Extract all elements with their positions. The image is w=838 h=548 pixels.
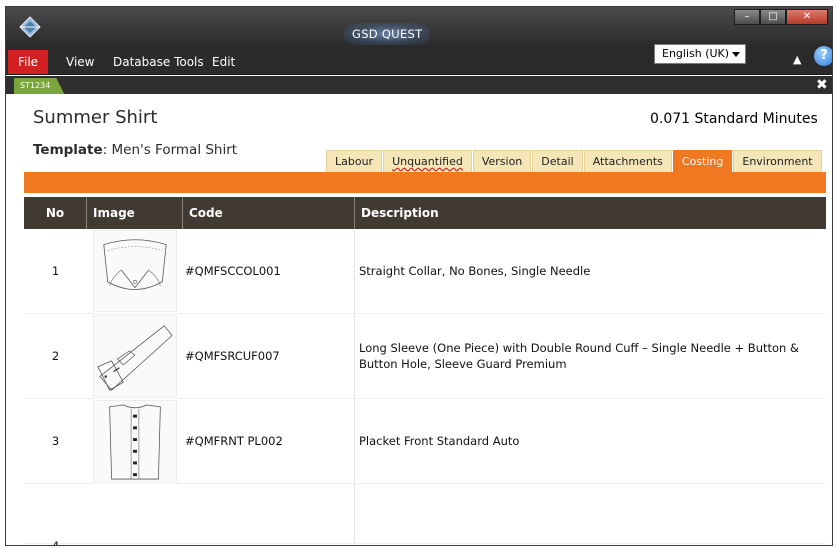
document-tab[interactable]: ST1234 xyxy=(14,78,65,94)
tab-detail[interactable]: Detail xyxy=(532,150,583,172)
row-code xyxy=(183,484,355,543)
tab-bar: Labour Unquantified Version Detail Attac… xyxy=(326,150,823,172)
menu-edit[interactable]: Edit xyxy=(212,50,235,74)
row-number-text: 4 xyxy=(51,539,60,546)
row-description xyxy=(355,484,826,543)
tab-costing[interactable]: Costing xyxy=(672,150,733,172)
column-header-description[interactable]: Description xyxy=(355,197,826,229)
tab-environment[interactable]: Environment xyxy=(733,150,822,172)
collapse-ribbon-icon[interactable]: ▲ xyxy=(793,53,801,66)
row-description: Placket Front Standard Auto xyxy=(359,434,520,448)
dropdown-arrow-icon xyxy=(732,52,740,57)
tab-attachments[interactable]: Attachments xyxy=(583,150,672,172)
menu-view[interactable]: View xyxy=(66,50,94,74)
tab-unquantified[interactable]: Unquantified xyxy=(383,150,472,172)
template-line: Template: Men's Formal Shirt xyxy=(33,142,237,158)
maximize-button[interactable]: □ xyxy=(760,9,786,25)
minimize-button[interactable]: – xyxy=(734,9,760,25)
row-number: 3 xyxy=(51,434,60,448)
row-code: #QMFRNT PL002 xyxy=(183,399,355,483)
window-controls: – □ ✕ xyxy=(734,9,828,25)
row-image xyxy=(87,399,183,483)
collar-sketch-icon xyxy=(93,230,177,312)
column-header-no[interactable]: No xyxy=(24,197,87,229)
row-description: Long Sleeve (One Piece) with Double Roun… xyxy=(359,341,799,371)
row-number: 2 xyxy=(51,349,60,363)
table-row[interactable]: 3 #QMFRNT PL002 Placket Front Standard A… xyxy=(24,399,826,484)
table-row[interactable]: 4 xyxy=(24,484,826,546)
row-code: #QMFSRCUF007 xyxy=(183,314,355,398)
costing-table: No Image Code Description 1 #QMFSCCOL001… xyxy=(24,197,826,546)
document-tab-strip: ST1234 ✖ xyxy=(6,76,832,94)
tab-unquantified-label: Unquantified xyxy=(392,155,463,168)
title-bar: GSD QUEST – □ ✕ xyxy=(6,7,832,47)
row-image xyxy=(87,484,183,543)
table-header: No Image Code Description xyxy=(24,197,826,229)
template-label: Template xyxy=(33,142,103,158)
app-window: GSD QUEST – □ ✕ File View Database Tools… xyxy=(5,6,833,546)
column-header-code[interactable]: Code xyxy=(183,197,355,229)
menu-database-tools[interactable]: Database Tools xyxy=(113,50,204,74)
close-document-icon[interactable]: ✖ xyxy=(816,76,828,94)
app-title: GSD QUEST xyxy=(344,23,431,45)
row-image xyxy=(87,229,183,313)
table-row[interactable]: 2 #QMFSRCUF007 Long Sleeve (One Piece) w… xyxy=(24,314,826,399)
menu-file[interactable]: File xyxy=(8,50,48,74)
tab-version[interactable]: Version xyxy=(472,150,532,172)
standard-minutes: 0.071 Standard Minutes xyxy=(650,111,818,127)
app-logo-icon xyxy=(19,16,41,38)
row-number: 4 xyxy=(24,484,87,546)
page-title: Summer Shirt xyxy=(33,107,158,128)
table-row[interactable]: 1 #QMFSCCOL001 Straight Collar, No Bones… xyxy=(24,229,826,314)
tab-labour[interactable]: Labour xyxy=(326,150,383,172)
language-select[interactable]: English (UK) xyxy=(654,44,746,64)
column-header-image[interactable]: Image xyxy=(87,197,183,229)
row-image xyxy=(87,314,183,398)
sleeve-cuff-sketch-icon xyxy=(93,315,177,397)
row-description: Straight Collar, No Bones, Single Needle xyxy=(359,264,591,278)
language-value: English (UK) xyxy=(662,47,730,60)
close-window-button[interactable]: ✕ xyxy=(786,9,828,25)
template-value: : Men's Formal Shirt xyxy=(102,142,238,158)
tab-content-band xyxy=(24,172,826,193)
placket-sketch-icon xyxy=(93,400,177,482)
row-number: 1 xyxy=(51,264,60,278)
row-code: #QMFSCCOL001 xyxy=(183,229,355,313)
help-icon[interactable]: ? xyxy=(814,46,832,66)
